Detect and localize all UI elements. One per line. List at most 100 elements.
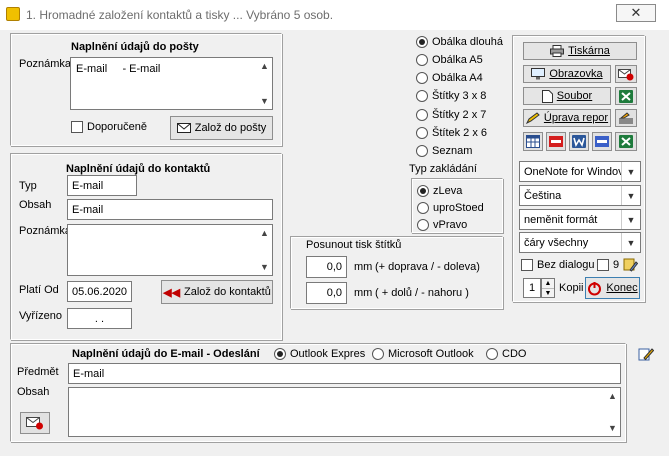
radio[interactable] <box>417 219 429 231</box>
nine-label: 9 <box>613 259 620 271</box>
done-input[interactable]: . . <box>67 308 132 329</box>
shift-x-input[interactable]: 0,0 <box>306 256 347 278</box>
print-type-option[interactable]: Obálka dlouhá <box>416 36 503 48</box>
excel-export-button-2[interactable] <box>615 132 637 151</box>
recommended-checkbox-row[interactable]: Doporučeně <box>71 121 147 133</box>
table-export-button[interactable] <box>523 132 543 151</box>
mail-note-scrollbar[interactable]: ▲ ▼ <box>256 58 272 109</box>
end-button[interactable]: Konec <box>585 277 640 299</box>
lines-select[interactable]: čáry všechny ▼ <box>519 232 641 253</box>
mail-note-textarea[interactable]: E-mail - E-mail ▲ ▼ <box>70 57 273 110</box>
language-select[interactable]: Čeština ▼ <box>519 185 641 206</box>
print-type-option[interactable]: Štítek 2 x 6 <box>416 127 487 139</box>
no-dialog-checkbox-row[interactable]: Bez dialogu <box>521 259 595 271</box>
no-dialog-checkbox[interactable] <box>521 259 533 271</box>
contact-type-input[interactable]: E-mail <box>67 175 137 196</box>
contact-note-textarea[interactable]: ▲ ▼ <box>67 224 273 276</box>
valid-from-input[interactable]: 05.06.2020 <box>67 281 132 302</box>
copies-spinner[interactable]: ▲ ▼ <box>541 278 555 298</box>
scroll-down-icon[interactable]: ▼ <box>608 423 617 433</box>
radio[interactable] <box>372 348 384 360</box>
radio[interactable] <box>416 127 428 139</box>
nine-checkbox-row[interactable]: 9 <box>597 259 619 271</box>
printer-select[interactable]: OneNote for Windov ▼ <box>519 161 641 182</box>
edit-report-button[interactable]: Úprava repor <box>523 109 611 127</box>
printer-button[interactable]: Tiskárna <box>523 42 637 60</box>
mail-panel: Naplnění údajů do pošty Poznámka E-mail … <box>10 33 282 146</box>
create-contact-button[interactable]: ◀◀ Založ do kontaktů <box>161 280 273 304</box>
radio[interactable] <box>416 54 428 66</box>
format-select[interactable]: neměnit formát ▼ <box>519 209 641 230</box>
insert-type-title: Typ zakládání <box>409 163 477 175</box>
email-panel-title: Naplnění údajů do E-mail - Odeslání <box>72 348 260 360</box>
word-icon <box>572 135 586 148</box>
chevron-down-icon[interactable]: ▼ <box>621 162 640 181</box>
radio[interactable] <box>486 348 498 360</box>
print-type-option[interactable]: Štítky 2 x 7 <box>416 109 486 121</box>
shift-y-input[interactable]: 0,0 <box>306 282 347 304</box>
scroll-up-icon[interactable]: ▲ <box>260 61 269 71</box>
copies-input[interactable]: 1 <box>523 278 541 298</box>
settings-icon[interactable] <box>623 257 639 272</box>
scroll-down-icon[interactable]: ▼ <box>260 96 269 106</box>
html-export-button[interactable] <box>592 132 612 151</box>
email-client-option[interactable]: CDO <box>486 348 526 360</box>
printer-select-value: OneNote for Windov <box>524 165 624 178</box>
subject-value: E-mail <box>73 367 105 380</box>
report-designer-button[interactable] <box>615 109 637 127</box>
radio[interactable] <box>416 109 428 121</box>
email-content-textarea[interactable]: ▲ ▼ <box>68 387 621 437</box>
send-email-button[interactable] <box>20 412 50 434</box>
print-type-option[interactable]: Obálka A5 <box>416 54 483 66</box>
create-mail-button[interactable]: Založ do pošty <box>170 116 273 140</box>
excel-icon <box>619 89 633 103</box>
insert-type-option[interactable]: zLeva <box>417 185 462 197</box>
power-icon <box>588 281 602 295</box>
excel-export-button[interactable] <box>615 87 637 105</box>
radio[interactable] <box>417 202 429 214</box>
print-type-option[interactable]: Štítky 3 x 8 <box>416 90 486 102</box>
recommended-checkbox[interactable] <box>71 121 83 133</box>
print-type-option[interactable]: Seznam <box>416 145 472 157</box>
edit-settings-icon[interactable] <box>638 346 655 362</box>
shift-print-panel: Posunout tisk štítků 0,0 mm (+ doprava /… <box>290 236 503 309</box>
radio-selected[interactable] <box>416 36 428 48</box>
done-label: Vyřízeno <box>19 310 63 322</box>
spin-down-icon[interactable]: ▼ <box>542 289 554 298</box>
insert-type-group: zLeva uproStoed vPravo <box>411 178 503 233</box>
copies-value: 1 <box>528 282 536 294</box>
contact-note-scrollbar[interactable]: ▲ ▼ <box>256 225 272 275</box>
chevron-down-icon[interactable]: ▼ <box>621 233 640 252</box>
email-client-option[interactable]: Microsoft Outlook <box>372 348 474 360</box>
print-type-option[interactable]: Obálka A4 <box>416 72 483 84</box>
word-export-button[interactable] <box>569 132 589 151</box>
screen-button[interactable]: Obrazovka <box>523 65 611 83</box>
screen-email-button[interactable] <box>615 65 637 83</box>
scroll-up-icon[interactable]: ▲ <box>260 228 269 238</box>
pdf-export-button[interactable] <box>546 132 566 151</box>
contacts-panel-title: Naplnění údajů do kontaktů <box>66 163 211 175</box>
radio[interactable] <box>416 90 428 102</box>
email-client-label: Outlook Expres <box>290 348 366 360</box>
file-button[interactable]: Soubor <box>523 87 611 105</box>
spin-up-icon[interactable]: ▲ <box>542 279 554 289</box>
print-type-label: Obálka A5 <box>432 54 483 66</box>
scroll-up-icon[interactable]: ▲ <box>608 391 617 401</box>
chevron-down-icon[interactable]: ▼ <box>621 210 640 229</box>
radio-selected[interactable] <box>417 185 429 197</box>
scroll-down-icon[interactable]: ▼ <box>260 262 269 272</box>
radio-selected[interactable] <box>274 348 286 360</box>
email-content-scrollbar[interactable]: ▲ ▼ <box>604 388 620 436</box>
radio[interactable] <box>416 72 428 84</box>
contact-content-input[interactable]: E-mail <box>67 199 273 220</box>
print-type-label: Obálka A4 <box>432 72 483 84</box>
email-client-option[interactable]: Outlook Expres <box>274 348 365 360</box>
radio[interactable] <box>416 145 428 157</box>
subject-input[interactable]: E-mail <box>68 363 621 384</box>
close-button[interactable]: ✕ <box>616 4 656 22</box>
insert-type-option[interactable]: uproStoed <box>417 202 484 214</box>
nine-checkbox[interactable] <box>597 259 609 271</box>
copies-label: Kopii <box>559 282 584 294</box>
insert-type-option[interactable]: vPravo <box>417 219 467 231</box>
chevron-down-icon[interactable]: ▼ <box>621 186 640 205</box>
